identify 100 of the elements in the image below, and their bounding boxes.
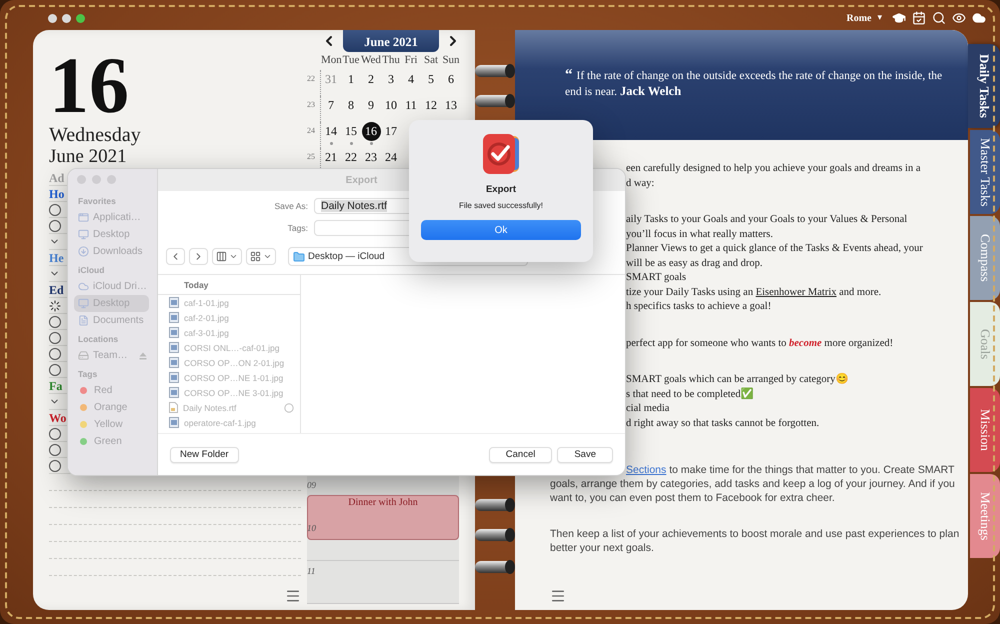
monitor-icon — [78, 298, 89, 309]
image-file-icon — [169, 342, 179, 353]
save-button[interactable]: Save — [557, 446, 613, 462]
loading-spinner-icon — [49, 300, 61, 312]
calendar-day[interactable]: 14 — [322, 122, 340, 141]
image-file-icon — [169, 387, 179, 398]
text-line: SMART goals which can be arranged by category😊 — [626, 373, 848, 387]
calendar-day[interactable]: 17 — [382, 122, 400, 141]
new-folder-button[interactable]: New Folder — [170, 446, 239, 462]
paragraph: Then keep a list of your achievements to boost morale and use past experiences to plan better your next goals. — [550, 527, 960, 555]
text-line: aily Tasks to your Goals and your Goals to your Values & Personal — [626, 213, 908, 227]
menu-icon[interactable] — [285, 588, 301, 604]
graduation-cap-icon[interactable] — [892, 11, 906, 25]
cloud-icon[interactable] — [972, 11, 986, 25]
calendar-day[interactable]: 2 — [362, 70, 380, 89]
calendar-day[interactable]: 4 — [402, 70, 420, 89]
calendar-day[interactable]: 22 — [342, 148, 360, 167]
day-number: 16 — [49, 48, 129, 124]
alert-title: Export — [486, 184, 516, 195]
category-label: Ad — [49, 170, 64, 184]
calendar-day[interactable]: 24 — [382, 148, 400, 167]
chevron-down-icon — [263, 252, 272, 261]
calendar-day[interactable]: 11 — [402, 96, 420, 115]
cloud-icon — [78, 281, 89, 292]
task-checkbox[interactable] — [49, 204, 61, 216]
back-button[interactable] — [166, 248, 185, 265]
paragraph: Sections to make time for the things that matter to you. Create SMART goals, arrange them by categories, add tasks and keep a log of your journey. And if you want to, you can even post them to Facebook for extra cheer. — [550, 463, 956, 505]
image-file-icon — [169, 312, 179, 323]
calendar-day[interactable]: 21 — [322, 148, 340, 167]
calendar-check-icon[interactable] — [912, 11, 926, 25]
quote-text: “ If the rate of change on the outside exceeds the rate of change on the inside, the end is near. Jack Welch — [565, 68, 944, 100]
calendar-day[interactable]: 15 — [342, 122, 360, 141]
text-line: you’ll focus in what really matters. — [626, 228, 773, 242]
weekday-label: Sat — [422, 54, 440, 68]
calendar-day[interactable]: 10 — [382, 96, 400, 115]
week-number: 24 — [307, 122, 321, 148]
weekday-label: Sun — [441, 54, 461, 68]
ok-button[interactable]: Ok — [421, 220, 581, 240]
download-icon — [78, 246, 89, 257]
calendar-day[interactable]: 5 — [422, 70, 440, 89]
link[interactable]: Sections — [626, 464, 666, 476]
text-line: will be as easy as drag and drop. — [626, 256, 762, 270]
binder-ring — [475, 498, 515, 512]
calendar-day[interactable]: 3 — [382, 70, 400, 89]
document-file-icon — [169, 402, 178, 413]
task-checkbox[interactable] — [49, 332, 61, 344]
menu-icon[interactable] — [550, 588, 566, 604]
sidebar-heading: iCloud — [78, 264, 104, 277]
calendar-day[interactable]: 16 — [362, 122, 380, 141]
calendar-day[interactable]: 9 — [362, 96, 380, 115]
task-checkbox[interactable] — [49, 316, 61, 328]
zoom-button[interactable] — [76, 14, 85, 22]
search-icon[interactable] — [932, 11, 946, 25]
monitor-icon — [78, 229, 89, 240]
section-tab[interactable]: Mission — [970, 388, 1000, 472]
task-checkbox[interactable] — [49, 460, 61, 472]
weekday-label: Mon — [321, 54, 341, 68]
caret-icon[interactable]: ▾ — [877, 13, 882, 23]
calendar-day[interactable]: 12 — [422, 96, 440, 115]
grid-view-button[interactable] — [246, 248, 276, 265]
binder-ring — [475, 64, 515, 78]
binder-ring — [475, 94, 515, 108]
text-line: s that need to be completed✅ — [626, 388, 754, 402]
weekday-label: Tue — [342, 54, 360, 68]
hour-label: 09 — [307, 480, 316, 490]
minimize-button[interactable] — [62, 14, 71, 22]
calendar-day[interactable]: 1 — [342, 70, 360, 89]
task-checkbox[interactable] — [49, 220, 61, 232]
close-button[interactable] — [48, 14, 57, 22]
task-checkbox[interactable] — [49, 364, 61, 376]
location-selector[interactable]: Rome — [846, 12, 872, 24]
grid-icon — [250, 251, 261, 262]
chevron-down-icon — [229, 252, 238, 261]
text-line: h specifics tasks to achieve a goal! — [626, 300, 772, 314]
week-number: 23 — [307, 96, 321, 122]
task-checkbox[interactable] — [49, 348, 61, 360]
calendar-day[interactable]: 13 — [442, 96, 460, 115]
text-line: d right away so that tasks cannot be forgotten. — [626, 416, 820, 430]
calendar-day[interactable]: 7 — [322, 96, 340, 115]
section-tab[interactable]: Master Tasks — [970, 130, 1000, 214]
forward-button[interactable] — [189, 248, 208, 265]
column-view-button[interactable] — [212, 248, 242, 265]
weekday-label: Wed — [361, 54, 381, 68]
image-file-icon — [169, 417, 179, 428]
sidebar-heading: Tags — [78, 368, 98, 381]
calendar-day[interactable]: 8 — [342, 96, 360, 115]
month-year: June 2021 — [49, 146, 127, 168]
week-number: 22 — [307, 70, 321, 96]
calendar-day[interactable]: 6 — [442, 70, 460, 89]
cancel-button[interactable]: Cancel — [488, 446, 552, 462]
section-tab[interactable]: Daily Tasks — [968, 44, 1000, 128]
folder-icon — [293, 250, 305, 262]
alert-message: File saved successfully! — [458, 201, 544, 210]
calendar-day[interactable]: 23 — [362, 148, 380, 167]
eye-icon[interactable] — [952, 11, 966, 25]
task-checkbox[interactable] — [49, 428, 61, 440]
weekday: Wednesday — [49, 124, 141, 146]
binder-ring — [475, 528, 515, 542]
task-checkbox[interactable] — [49, 444, 61, 456]
link[interactable]: Eisenhower Matrix — [756, 286, 836, 298]
